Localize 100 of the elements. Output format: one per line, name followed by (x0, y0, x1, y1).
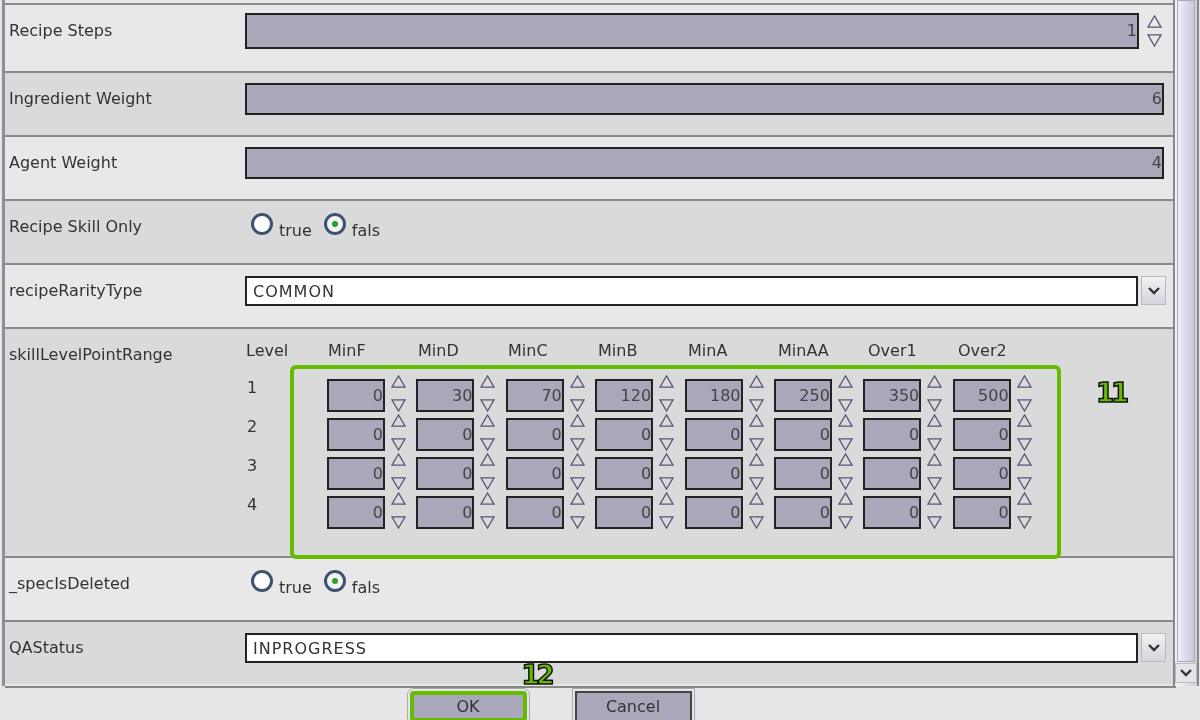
spin-up-icon[interactable] (391, 453, 406, 466)
number-field[interactable]: 0 (863, 496, 922, 529)
spin-up-icon[interactable] (391, 414, 406, 427)
spin-down-icon[interactable] (748, 438, 764, 451)
number-field[interactable]: 0 (684, 457, 743, 490)
spin-up-icon[interactable] (837, 375, 853, 388)
number-field[interactable]: 0 (505, 457, 564, 490)
number-field[interactable]: 0 (327, 496, 385, 529)
spin-down-icon[interactable] (569, 516, 585, 529)
number-field[interactable]: 0 (416, 418, 475, 451)
spin-down-icon[interactable] (837, 477, 853, 490)
number-field[interactable]: 0 (505, 418, 564, 451)
spin-up-icon[interactable] (569, 414, 585, 427)
number-field[interactable]: 120 (595, 379, 654, 412)
number-field[interactable]: 0 (327, 379, 385, 412)
spin-up-icon[interactable] (480, 375, 496, 388)
spin-up-icon[interactable] (1147, 15, 1162, 28)
spin-down-icon[interactable] (569, 438, 585, 451)
spin-down-icon[interactable] (480, 399, 496, 412)
number-field[interactable]: 500 (952, 379, 1011, 412)
number-field[interactable]: 0 (773, 457, 832, 490)
number-field[interactable]: 0 (684, 418, 743, 451)
dropdown-field[interactable]: COMMON (245, 276, 1138, 306)
spin-up-icon[interactable] (659, 375, 675, 388)
number-field[interactable]: 0 (952, 496, 1011, 529)
spin-up-icon[interactable] (569, 492, 585, 505)
number-field[interactable]: 0 (595, 418, 654, 451)
spin-down-icon[interactable] (659, 477, 675, 490)
number-field[interactable]: 70 (505, 379, 564, 412)
spin-down-icon[interactable] (1016, 438, 1032, 451)
spin-down-icon[interactable] (391, 438, 406, 451)
spin-down-icon[interactable] (480, 516, 496, 529)
spin-up-icon[interactable] (837, 414, 853, 427)
dropdown-button[interactable] (1141, 633, 1166, 662)
spin-up-icon[interactable] (748, 492, 764, 505)
spin-down-icon[interactable] (391, 516, 406, 529)
spin-up-icon[interactable] (480, 453, 496, 466)
number-field[interactable]: 6 (245, 83, 1164, 115)
spin-up-icon[interactable] (927, 453, 943, 466)
number-field[interactable]: 0 (505, 496, 564, 529)
spin-up-icon[interactable] (659, 453, 675, 466)
spin-up-icon[interactable] (1016, 453, 1032, 466)
number-field[interactable]: 30 (416, 379, 475, 412)
spin-down-icon[interactable] (748, 477, 764, 490)
dialog-button[interactable]: Cancel (574, 691, 692, 720)
spin-down-icon[interactable] (480, 477, 496, 490)
spin-down-icon[interactable] (837, 516, 853, 529)
number-field[interactable]: 0 (595, 457, 654, 490)
spin-up-icon[interactable] (927, 414, 943, 427)
number-field[interactable]: 250 (773, 379, 832, 412)
number-field[interactable]: 0 (952, 457, 1011, 490)
number-field[interactable]: 0 (327, 418, 385, 451)
radio-button[interactable] (323, 213, 346, 235)
number-field[interactable]: 0 (416, 496, 475, 529)
spin-up-icon[interactable] (480, 492, 496, 505)
radio-button[interactable] (251, 213, 273, 235)
spin-down-icon[interactable] (569, 399, 585, 412)
spin-up-icon[interactable] (1016, 414, 1032, 427)
spin-up-icon[interactable] (837, 453, 853, 466)
spin-down-icon[interactable] (1016, 516, 1032, 529)
spin-down-icon[interactable] (927, 399, 943, 412)
number-field[interactable]: 0 (416, 457, 475, 490)
scroll-down-button[interactable] (1175, 663, 1197, 683)
spin-down-icon[interactable] (1016, 477, 1032, 490)
spin-down-icon[interactable] (927, 438, 943, 451)
spin-up-icon[interactable] (391, 492, 406, 505)
spin-up-icon[interactable] (927, 375, 943, 388)
spin-down-icon[interactable] (659, 438, 675, 451)
number-field[interactable]: 180 (684, 379, 743, 412)
spin-down-icon[interactable] (927, 477, 943, 490)
scrollbar-thumb[interactable] (1177, 0, 1195, 662)
spin-up-icon[interactable] (480, 414, 496, 427)
spin-up-icon[interactable] (748, 375, 764, 388)
number-field[interactable]: 1 (245, 13, 1139, 49)
scrollbar[interactable] (1175, 0, 1199, 686)
spin-up-icon[interactable] (659, 414, 675, 427)
spin-up-icon[interactable] (569, 375, 585, 388)
number-field[interactable]: 0 (773, 418, 832, 451)
spin-up-icon[interactable] (837, 492, 853, 505)
radio-button[interactable] (323, 570, 346, 592)
spin-down-icon[interactable] (391, 399, 406, 412)
spin-up-icon[interactable] (748, 414, 764, 427)
spin-up-icon[interactable] (1016, 492, 1032, 505)
spin-down-icon[interactable] (391, 477, 406, 490)
number-field[interactable]: 4 (245, 147, 1164, 179)
spin-down-icon[interactable] (837, 399, 853, 412)
spin-up-icon[interactable] (1016, 375, 1032, 388)
spin-down-icon[interactable] (659, 399, 675, 412)
dropdown-button[interactable] (1141, 276, 1166, 305)
number-field[interactable]: 0 (327, 457, 385, 490)
spin-down-icon[interactable] (569, 477, 585, 490)
number-field[interactable]: 0 (952, 418, 1011, 451)
spin-up-icon[interactable] (927, 492, 943, 505)
spin-up-icon[interactable] (748, 453, 764, 466)
dropdown-field[interactable]: INPROGRESS (245, 633, 1138, 663)
spin-down-icon[interactable] (748, 399, 764, 412)
spin-up-icon[interactable] (391, 375, 406, 388)
spin-down-icon[interactable] (1016, 399, 1032, 412)
number-field[interactable]: 0 (684, 496, 743, 529)
number-field[interactable]: 0 (863, 418, 922, 451)
